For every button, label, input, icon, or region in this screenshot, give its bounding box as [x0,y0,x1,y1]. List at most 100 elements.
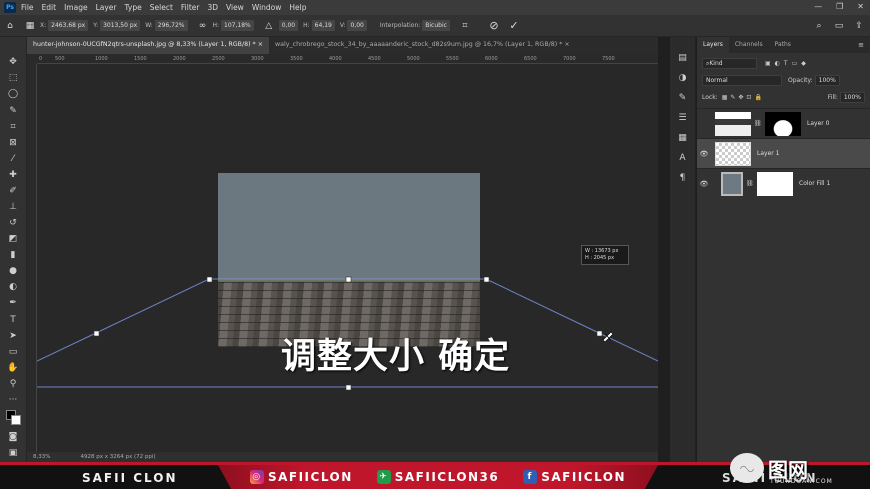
brush-tool-icon[interactable]: ✐ [5,184,21,199]
workspace-icon[interactable]: ▭ [834,21,844,31]
menu-type[interactable]: Type [125,3,142,12]
transform-handle [483,276,490,283]
frame-tool-icon[interactable]: ⊠ [5,135,21,150]
hand-tool-icon[interactable]: ✋ [5,360,21,375]
commit-icon[interactable]: ✓ [509,19,519,32]
brush-settings-icon[interactable]: ✎ [676,91,690,105]
lock-icons[interactable]: ▦✎✥⊡🔒 [722,94,765,101]
color-swatches-icon[interactable] [5,409,21,428]
pen-tool-icon[interactable]: ✒ [5,296,21,311]
share-icon[interactable]: ⇪ [854,21,864,31]
quick-mask-icon[interactable]: ◙ [5,430,21,445]
interpolation-select[interactable]: Bicubic [422,20,450,31]
x-label: X: [40,22,47,29]
eye-icon[interactable]: 👁 [697,150,711,158]
menu-select[interactable]: Select [150,3,173,12]
zoom-level[interactable]: 8,33% [33,454,50,460]
layer-row-layer-0[interactable]: ⛓ Layer 0 [697,108,870,138]
restore-icon[interactable]: ❐ [836,2,843,11]
adjustments-icon[interactable]: ◑ [676,71,690,85]
social-facebook: f SAFIICLON [523,470,626,484]
minimize-icon[interactable]: — [814,2,822,11]
dodge-tool-icon[interactable]: ◐ [5,280,21,295]
blur-tool-icon[interactable]: ● [5,264,21,279]
menu-image[interactable]: Image [64,3,88,12]
history-brush-tool-icon[interactable]: ↺ [5,216,21,231]
ruler-tick: 7500 [602,56,615,62]
status-bar: 8,33% 4928 px x 3264 px (72 ppi) [27,452,658,462]
history-icon[interactable]: ▤ [676,51,690,65]
blend-row: Normal Opacity: 100% [697,72,870,89]
layer-mask-thumbnail[interactable] [757,171,793,196]
link-icon[interactable]: ∞ [198,21,208,31]
tab-channels[interactable]: Channels [729,37,769,53]
angle-field[interactable]: 0,00 [278,20,299,31]
search-icon[interactable]: ⌕ [814,21,824,31]
width-field[interactable]: 296,72% [154,20,188,31]
menu-edit[interactable]: Edit [42,3,57,12]
blend-mode-select[interactable]: Normal [702,75,782,86]
opacity-field[interactable]: 100% [814,75,840,86]
eraser-tool-icon[interactable]: ◩ [5,232,21,247]
layer-row-color-fill-1[interactable]: 👁 ⛓ Color Fill 1 [697,168,870,198]
fill-field[interactable]: 100% [839,92,865,103]
gradient-tool-icon[interactable]: ▮ [5,248,21,263]
cancel-icon[interactable]: ⊘ [489,19,499,32]
shape-tool-icon[interactable]: ▭ [5,344,21,359]
document-info[interactable]: 4928 px x 3264 px (72 ppi) [80,454,155,460]
properties-icon[interactable]: ☰ [676,111,690,125]
character-icon[interactable]: A [676,151,690,165]
height-field[interactable]: 107,18% [221,20,254,31]
fill-swatch[interactable] [721,171,743,196]
vskew-field[interactable]: 0,00 [347,20,367,31]
x-field[interactable]: 2463,68 px [48,20,89,31]
home-icon[interactable]: ⌂ [5,21,15,31]
transform-box[interactable] [37,64,658,452]
tab-document-2[interactable]: waly_chrobrego_stock_34_by_aaaaanderic_s… [269,37,576,54]
menu-view[interactable]: View [226,3,244,12]
type-tool-icon[interactable]: T [5,312,21,327]
libraries-icon[interactable]: ▦ [676,131,690,145]
panel-menu-icon[interactable]: ≡ [858,41,864,49]
eyedropper-tool-icon[interactable]: ⁄ [5,151,21,166]
lock-label: Lock: [702,94,718,101]
more-tools-icon[interactable]: ··· [5,393,21,408]
tooltip-height: H : 2045 px [585,255,615,261]
healing-brush-tool-icon[interactable]: ✚ [5,168,21,183]
canvas-area[interactable] [37,64,658,452]
crop-tool-icon[interactable]: ⌗ [5,119,21,134]
ruler-tick: 6000 [485,56,498,62]
hskew-field[interactable]: 64,19 [311,20,335,31]
menu-3d[interactable]: 3D [207,3,218,12]
clone-stamp-tool-icon[interactable]: ⊥ [5,200,21,215]
menu-help[interactable]: Help [289,3,306,12]
y-field[interactable]: 3013,50 px [100,20,141,31]
kind-filter[interactable]: ⌕ Kind [702,58,757,69]
close-icon[interactable]: ✕ [857,2,864,11]
menu-window[interactable]: Window [252,3,282,12]
warp-icon[interactable]: ⌗ [460,21,470,31]
tab-document-1[interactable]: hunter-johnson-0UCGfN2qtrs-unsplash.jpg … [27,37,269,54]
menu-file[interactable]: File [21,3,34,12]
fill-label: Fill: [827,94,838,101]
quick-select-tool-icon[interactable]: ✎ [5,103,21,118]
zoom-tool-icon[interactable]: ⚲ [5,377,21,392]
menu-filter[interactable]: Filter [181,3,200,12]
rotate-icon: △ [265,20,273,31]
ruler-tick: 5500 [446,56,459,62]
reference-point-icon[interactable]: ▦ [25,21,35,31]
eye-icon[interactable]: 👁 [697,180,711,188]
menu-layer[interactable]: Layer [96,3,117,12]
screen-mode-icon[interactable]: ▣ [5,446,21,461]
paragraph-icon[interactable]: ¶ [676,171,690,185]
filter-row: ⌕ Kind ▣◐T▭◆ [697,55,870,72]
layer-mask-thumbnail[interactable] [765,111,801,136]
layer-row-layer-1[interactable]: 👁 Layer 1 [697,138,870,168]
lasso-tool-icon[interactable]: ◯ [5,87,21,102]
tab-layers[interactable]: Layers [697,37,729,53]
path-selection-tool-icon[interactable]: ➤ [5,328,21,343]
move-tool-icon[interactable]: ✥ [5,55,21,70]
filter-icons[interactable]: ▣◐T▭◆ [765,60,810,67]
marquee-tool-icon[interactable]: ⬚ [5,71,21,86]
tab-paths[interactable]: Paths [769,37,797,53]
